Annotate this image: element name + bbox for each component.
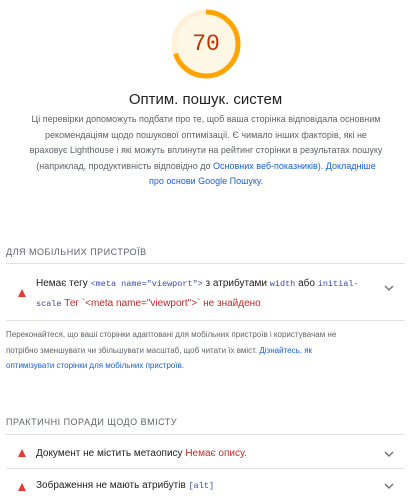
audit-text: Немає тегу [36,278,91,289]
explanation-end: . [181,361,185,370]
divider [6,320,405,321]
viewport-audit-title: Немає тегу <meta name="viewport"> з атри… [36,274,359,314]
mobile-group-header: ДЛЯ МОБІЛЬНИХ ПРИСТРОЇВ [6,247,147,257]
image-alt-audit[interactable]: Зображення не мають атрибутів [alt] [6,474,405,501]
divider [6,263,405,264]
audit-code: [alt] [188,481,215,491]
chevron-down-icon[interactable] [383,482,395,490]
content-group-header: ПРАКТИЧНІ ПОРАДИ ЩОДО ВМІСТУ [6,417,178,427]
chevron-down-icon[interactable] [383,284,395,292]
warning-icon [18,449,26,457]
audit-code: scale [36,299,62,309]
audit-text: з атрибутами [202,278,270,289]
description-text-end: . [260,176,264,186]
audit-error: Тег `<meta name="viewport">` не знайдено [64,298,261,309]
audit-error: Немає опису. [185,448,247,459]
divider [6,434,405,435]
mobile-group-explanation: Переконайтеся, що ваші сторінки адаптова… [6,327,362,374]
divider [6,468,405,469]
audit-text: Зображення не мають атрибутів [36,480,186,491]
audit-code: width [269,279,296,289]
score-gauge: 70 [170,8,242,80]
viewport-audit[interactable]: Немає тегу <meta name="viewport"> з атри… [6,268,405,318]
image-alt-audit-title: Зображення не мають атрибутів [alt] [36,476,214,496]
audit-code: initial- [317,279,359,289]
meta-description-audit[interactable]: Документ не містить метаопису Немає опис… [6,440,405,468]
description-text-middle: ). [317,160,326,171]
audit-code: <meta name="viewport"> [90,279,203,289]
warning-icon [18,483,26,491]
category-title: Оптим. пошук. систем [128,91,283,108]
chevron-down-icon[interactable] [383,450,395,458]
audit-text: Документ не містить метаопису [36,448,183,459]
meta-description-audit-title: Документ не містить метаопису Немає опис… [36,444,247,464]
audit-text: або [295,278,318,289]
warning-icon [18,289,26,297]
core-web-vitals-link[interactable]: Основних веб-показників [213,161,318,171]
category-description: Ці перевірки допоможуть подбати про те, … [28,112,384,190]
score-value: 70 [192,31,220,57]
